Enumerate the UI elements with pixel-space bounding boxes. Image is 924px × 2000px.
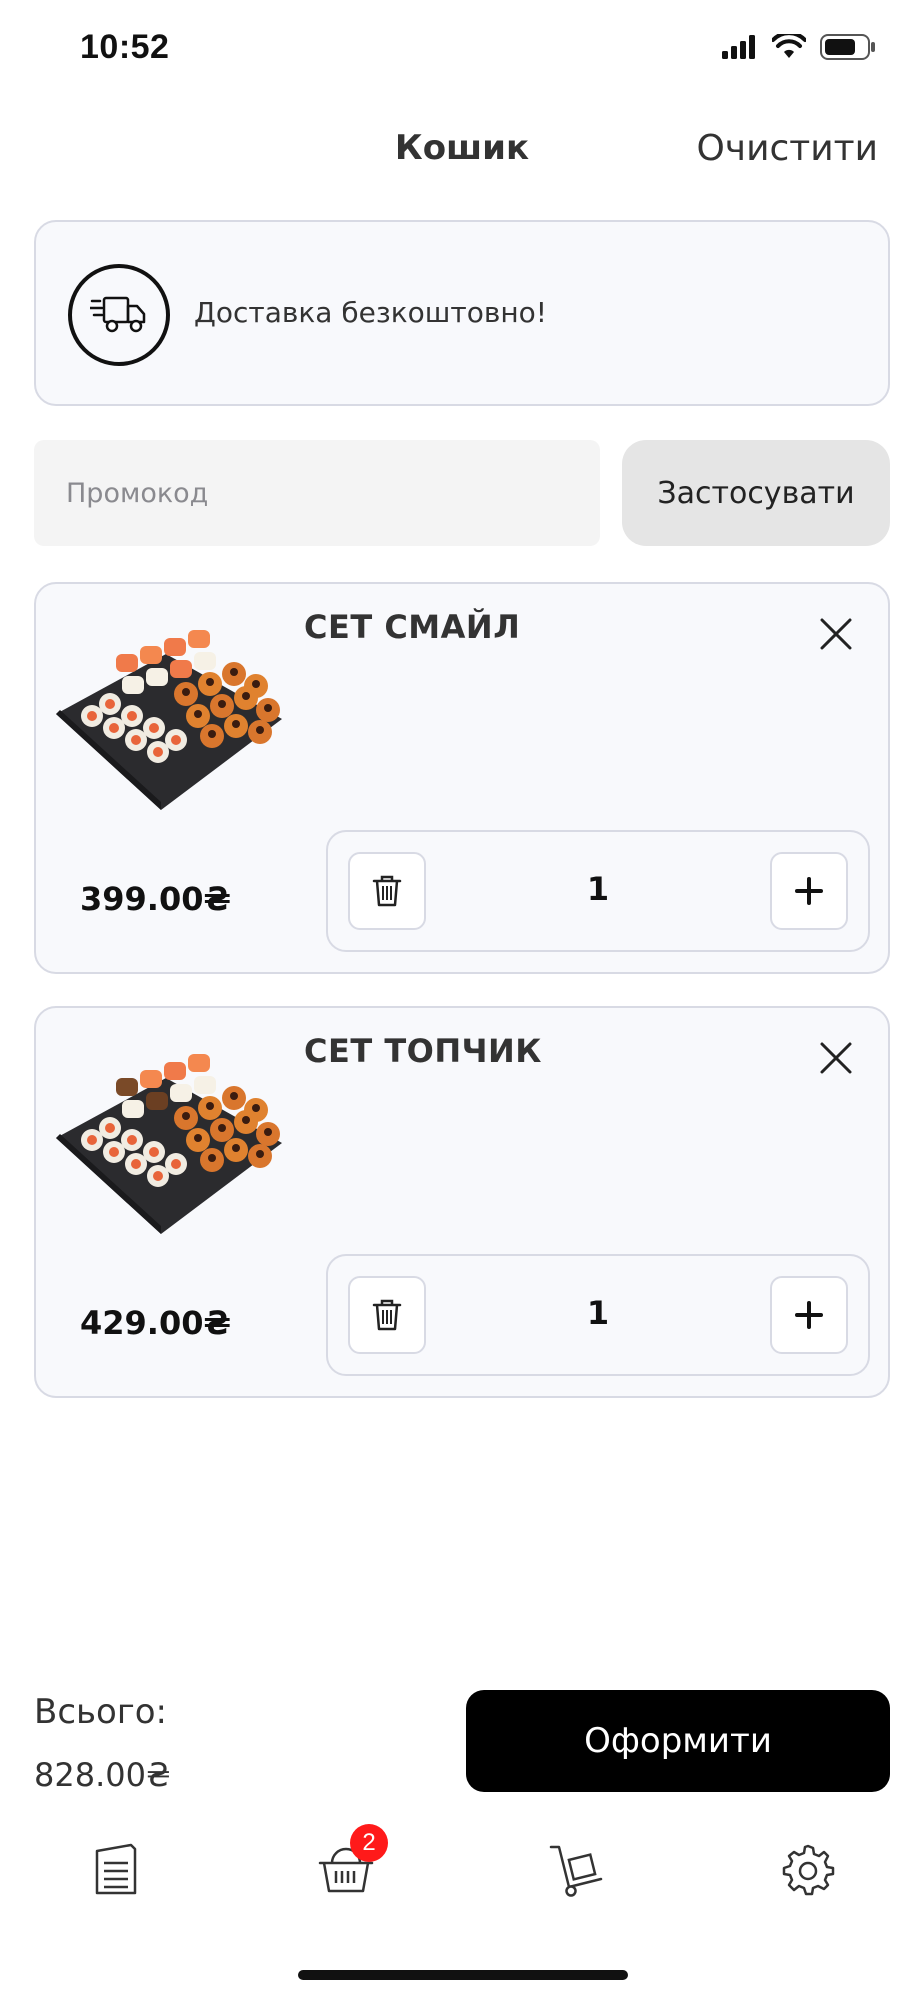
item-name: СЕТ СМАЙЛ (304, 608, 521, 646)
cart-item: СЕТ ТОПЧИК 429.00₴ 1 (34, 1006, 890, 1398)
item-price: 429.00₴ (80, 1304, 231, 1342)
header: Кошик Очистити (0, 110, 924, 190)
checkout-button[interactable]: Оформити (466, 1690, 890, 1792)
tab-cart[interactable]: 2 (306, 1824, 388, 1910)
status-time: 10:52 (80, 28, 170, 66)
delivery-truck-icon (90, 296, 146, 333)
sushi-set-image (56, 630, 282, 810)
tab-orders[interactable] (538, 1830, 618, 1910)
remove-item-button[interactable] (812, 1034, 860, 1082)
hand-truck-icon (549, 1845, 603, 1897)
promo-code-input[interactable] (34, 440, 600, 546)
close-icon (820, 1042, 852, 1074)
settings-gear-icon (782, 1844, 835, 1896)
status-bar: 10:52 (0, 0, 924, 100)
item-name: СЕТ ТОПЧИК (304, 1032, 542, 1070)
menu-list-icon (95, 1843, 137, 1895)
delivery-banner: Доставка безкоштовно! (34, 220, 890, 406)
tab-menu[interactable] (76, 1830, 156, 1910)
tab-bar: 2 (0, 1820, 924, 1930)
delivery-text: Доставка безкоштовно! (194, 296, 547, 329)
total-label: Всього: (34, 1692, 167, 1732)
cart-item: СЕТ СМАЙЛ 399.00₴ 1 (34, 582, 890, 974)
item-price: 399.00₴ (80, 880, 231, 918)
increase-quantity-button[interactable] (770, 852, 848, 930)
cart-count-badge: 2 (350, 1824, 388, 1862)
battery-icon (820, 34, 875, 60)
close-icon (820, 618, 852, 650)
home-indicator (298, 1970, 628, 1980)
status-icons (722, 34, 876, 60)
quantity-stepper: 1 (326, 830, 870, 952)
plus-icon (795, 877, 823, 905)
clear-cart-button[interactable]: Очистити (696, 128, 878, 169)
quantity-stepper: 1 (326, 1254, 870, 1376)
total-value: 828.00₴ (34, 1756, 171, 1794)
delivery-icon-circle (68, 264, 170, 366)
wifi-icon (772, 34, 806, 58)
tab-settings[interactable] (768, 1830, 848, 1910)
remove-item-button[interactable] (812, 610, 860, 658)
signal-icon (722, 35, 755, 59)
plus-icon (795, 1301, 823, 1329)
sushi-set-image (56, 1054, 282, 1234)
increase-quantity-button[interactable] (770, 1276, 848, 1354)
apply-promo-button[interactable]: Застосувати (622, 440, 890, 546)
